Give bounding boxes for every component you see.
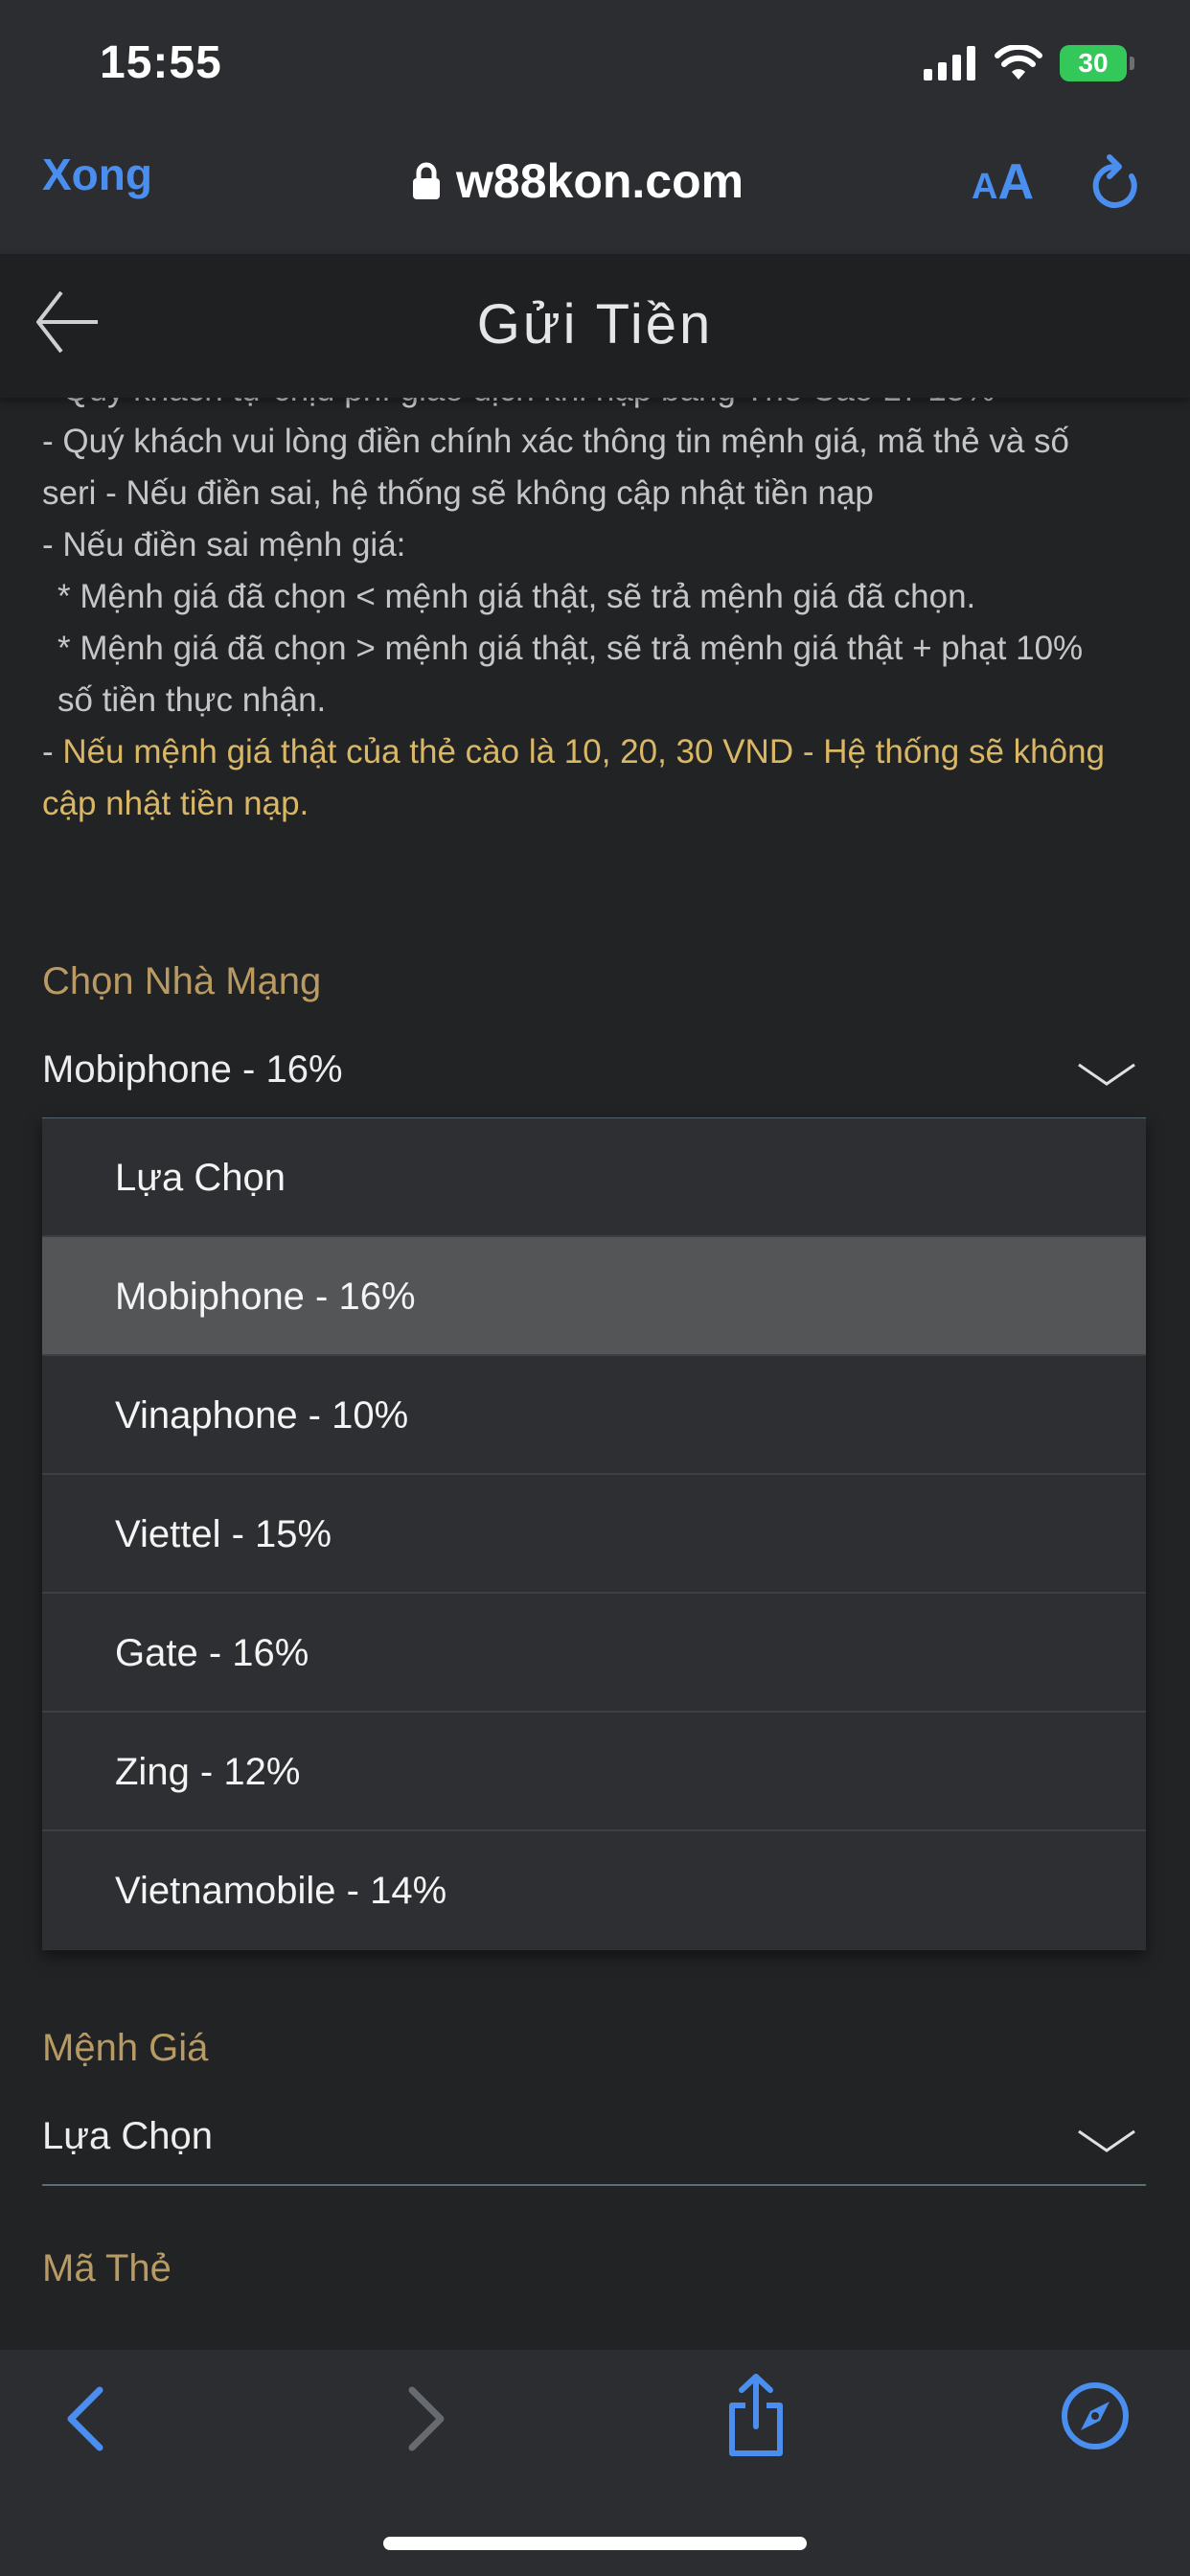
dropdown-option[interactable]: Zing - 12% bbox=[42, 1713, 1146, 1831]
notes-line: * Mệnh giá đã chọn > mệnh giá thật, sẽ t… bbox=[57, 630, 1084, 667]
network-label: Chọn Nhà Mạng bbox=[42, 960, 322, 1002]
address-bar[interactable]: w88kon.com bbox=[412, 153, 744, 209]
page-header: Gửi Tiền bbox=[0, 254, 1190, 398]
notes-line: - Nếu điền sai mệnh giá: bbox=[42, 526, 406, 564]
page-title: Gửi Tiền bbox=[476, 293, 714, 356]
home-indicator bbox=[383, 2537, 807, 2550]
notes-line: - Quý khách vui lòng điền chính xác thôn… bbox=[42, 423, 1070, 460]
text-size-big-label: A bbox=[997, 154, 1035, 210]
browser-top-bar: 15:55 30 Xong w88kon.com AA bbox=[0, 0, 1190, 254]
screen: 15:55 30 Xong w88kon.com AA Gửi Tiền - Q… bbox=[0, 0, 1190, 2576]
url-text: w88kon.com bbox=[456, 154, 744, 208]
dropdown-option[interactable]: Vinaphone - 10% bbox=[42, 1356, 1146, 1475]
text-size-small-label: A bbox=[972, 167, 998, 207]
back-icon[interactable] bbox=[63, 2384, 109, 2453]
dropdown-option[interactable]: Lựa Chọn bbox=[42, 1118, 1146, 1237]
lock-icon bbox=[413, 162, 440, 199]
status-icons: 30 bbox=[924, 42, 1134, 84]
denomination-select-value: Lựa Chọn bbox=[42, 2115, 214, 2157]
network-select[interactable]: Mobiphone - 16% bbox=[42, 1037, 1146, 1119]
chevron-down-icon bbox=[1078, 1063, 1135, 1086]
forward-icon[interactable] bbox=[402, 2384, 448, 2453]
battery-icon: 30 bbox=[1060, 45, 1134, 81]
notes-warning-text: Nếu mệnh giá thật của thẻ cào là 10, 20,… bbox=[62, 733, 1106, 770]
dropdown-option[interactable]: Gate - 16% bbox=[42, 1594, 1146, 1713]
status-time: 15:55 bbox=[100, 37, 222, 88]
notes-warning-line: - Nếu mệnh giá thật của thẻ cào là 10, 2… bbox=[42, 726, 1154, 778]
notes-warning-text: cập nhật tiền nạp. bbox=[42, 785, 309, 822]
network-select-value: Mobiphone - 16% bbox=[42, 1048, 343, 1091]
wifi-icon bbox=[995, 45, 1042, 80]
notes-line: * Mệnh giá đã chọn < mệnh giá thật, sẽ t… bbox=[57, 578, 976, 615]
share-icon[interactable] bbox=[724, 2373, 788, 2457]
dropdown-option[interactable]: Vietnamobile - 14% bbox=[42, 1831, 1146, 1950]
card-code-label: Mã Thẻ bbox=[42, 2247, 172, 2289]
notes-line: seri - Nếu điền sai, hệ thống sẽ không c… bbox=[42, 474, 874, 512]
done-button[interactable]: Xong bbox=[42, 149, 152, 200]
reload-icon[interactable] bbox=[1087, 151, 1144, 213]
notes-line: số tiền thực nhận. bbox=[57, 681, 327, 719]
dropdown-option[interactable]: Viettel - 15% bbox=[42, 1475, 1146, 1594]
browser-bottom-toolbar bbox=[0, 2350, 1190, 2576]
dropdown-option-selected[interactable]: Mobiphone - 16% bbox=[42, 1237, 1146, 1356]
network-dropdown: Lựa Chọn Mobiphone - 16% Vinaphone - 10%… bbox=[42, 1118, 1146, 1950]
notes-bullet: - bbox=[42, 733, 63, 770]
compass-icon[interactable] bbox=[1060, 2380, 1131, 2451]
deposit-notes: - Quý khách tự chịu phí giao dịch khi nạ… bbox=[42, 364, 1154, 830]
denomination-label: Mệnh Giá bbox=[42, 2027, 209, 2069]
signal-icon bbox=[924, 46, 975, 80]
chevron-down-icon bbox=[1078, 2129, 1135, 2152]
text-size-button[interactable]: AA bbox=[972, 153, 1034, 211]
denomination-select[interactable]: Lựa Chọn bbox=[42, 2104, 1146, 2186]
